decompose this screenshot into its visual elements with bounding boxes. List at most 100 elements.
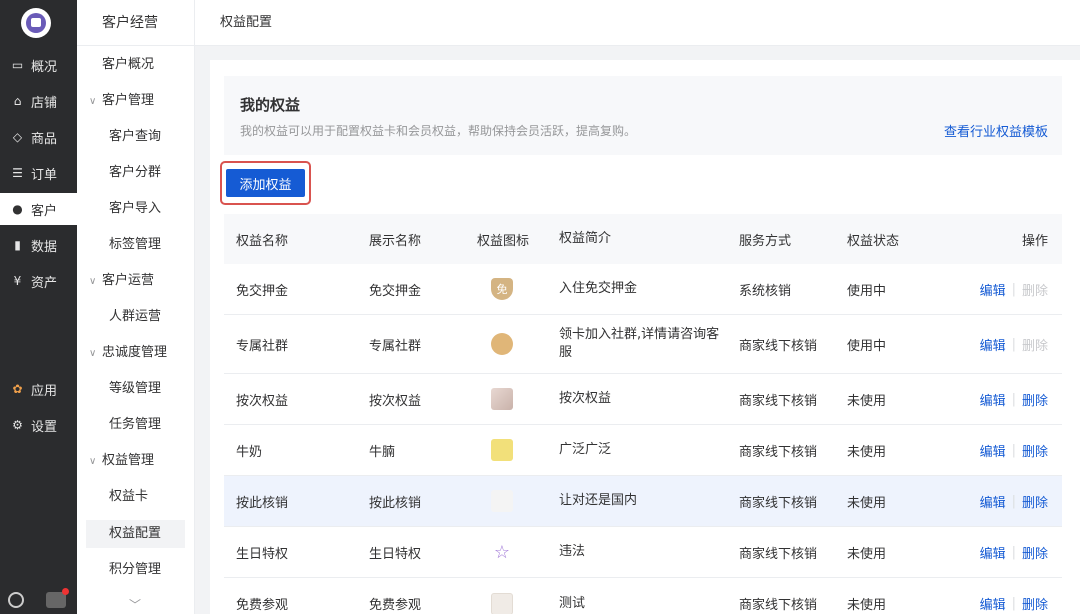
sidebar-item-customer-segments[interactable]: 客户分群 xyxy=(77,159,195,187)
sidebar-item-customer-overview[interactable]: 客户概况 xyxy=(77,51,195,79)
sidebar-item-task-management[interactable]: 任务管理 xyxy=(77,411,195,439)
edit-link[interactable]: 编辑 xyxy=(980,543,1006,562)
sidebar-item-benefit-config[interactable]: 权益配置 xyxy=(86,520,185,548)
document-thumbnail-icon xyxy=(491,592,513,614)
row-name: 按次权益 xyxy=(236,393,289,409)
delete-link[interactable]: 删除 xyxy=(1022,492,1048,511)
row-name: 生日特权 xyxy=(236,546,289,562)
edit-link[interactable]: 编辑 xyxy=(980,594,1006,613)
nav-item-overview[interactable]: ▭ 概况 xyxy=(0,49,77,81)
section-description: 我的权益可以用于配置权益卡和会员权益，帮助保持会员活跃，提高复购。 xyxy=(240,124,637,138)
delete-link[interactable]: 删除 xyxy=(1022,543,1048,562)
table-row: 生日特权 生日特权 ☆ 违法 商家线下核销 未使用 编辑 | 删除 xyxy=(224,527,1062,578)
row-intro: 测试 xyxy=(559,595,586,611)
delete-link[interactable]: 删除 xyxy=(1022,594,1048,613)
tag-icon: ◇ xyxy=(12,130,23,144)
add-button-highlight: 添加权益 xyxy=(220,161,311,205)
sidebar-item-benefit-card[interactable]: 权益卡 xyxy=(77,483,195,511)
row-actions: 编辑 | 删除 xyxy=(968,476,1048,526)
chevron-down-icon: ∨ xyxy=(89,456,97,467)
add-benefit-button[interactable]: 添加权益 xyxy=(226,169,305,197)
row-name: 专属社群 xyxy=(236,338,289,354)
industry-template-link[interactable]: 查看行业权益模板 xyxy=(944,121,1048,140)
yen-icon: ¥ xyxy=(13,274,22,288)
chevron-down-icon: ∨ xyxy=(89,276,97,287)
edit-link[interactable]: 编辑 xyxy=(980,492,1006,511)
divider: | xyxy=(1011,281,1016,297)
nav-item-customers[interactable]: ● 客户 xyxy=(0,193,77,225)
nav-item-assets[interactable]: ¥ 资产 xyxy=(0,265,77,297)
chevron-down-icon: ∨ xyxy=(89,348,97,359)
star-icon: ☆ xyxy=(493,541,511,563)
row-actions: 编辑 | 删除 xyxy=(968,527,1048,577)
delete-link-disabled: 删除 xyxy=(1021,338,1048,354)
shop-logo[interactable] xyxy=(21,8,51,38)
row-display-name: 免费参观 xyxy=(369,598,422,613)
chat-icon[interactable] xyxy=(46,588,69,608)
monitor-icon: ▭ xyxy=(11,58,24,72)
nav-item-apps[interactable]: ✿ 应用 xyxy=(0,373,77,405)
row-icon-cell: ☆ xyxy=(477,527,557,577)
sidebar-item-customer-import[interactable]: 客户导入 xyxy=(77,195,195,223)
main-card: 我的权益 我的权益可以用于配置权益卡和会员权益，帮助保持会员活跃，提高复购。 查… xyxy=(210,60,1080,614)
page-header: 权益配置 xyxy=(195,0,1080,46)
row-display-name: 牛腩 xyxy=(369,444,396,460)
edit-link[interactable]: 编辑 xyxy=(980,280,1006,299)
store-icon: ⌂ xyxy=(13,94,22,108)
row-intro: 广泛广泛 xyxy=(559,442,612,457)
shield-badge-icon: 免 xyxy=(491,278,513,300)
row-name: 免交押金 xyxy=(236,283,289,299)
edit-link[interactable]: 编辑 xyxy=(980,390,1006,409)
row-actions: 编辑 | 删除 xyxy=(968,374,1048,424)
row-icon-cell xyxy=(477,315,557,373)
nav-item-settings[interactable]: ⚙ 设置 xyxy=(0,409,77,441)
sidebar-item-tag-management[interactable]: 标签管理 xyxy=(77,231,195,259)
delete-link[interactable]: 删除 xyxy=(1022,441,1048,460)
row-status: 未使用 xyxy=(847,495,887,511)
col-header-actions: 操作 xyxy=(1021,233,1048,249)
delete-link[interactable]: 删除 xyxy=(1022,390,1048,409)
sidebar-group-loyalty[interactable]: ∨ 忠诚度管理 xyxy=(77,339,195,367)
row-display-name: 生日特权 xyxy=(369,546,422,562)
yellow-thumbnail-icon xyxy=(491,439,513,461)
divider: | xyxy=(1011,596,1016,611)
nav-item-store[interactable]: ⌂ 店铺 xyxy=(0,85,77,117)
sidebar-item-points-management[interactable]: 积分管理 xyxy=(77,556,195,584)
row-intro: 让对还是国内 xyxy=(559,493,638,508)
row-name: 免费参观 xyxy=(236,598,289,613)
scroll-more-chevron-icon[interactable]: ﹀ xyxy=(129,596,141,613)
sidebar-item-customer-query[interactable]: 客户查询 xyxy=(77,123,195,151)
edit-link[interactable]: 编辑 xyxy=(980,441,1006,460)
nav-item-data[interactable]: ▮ 数据 xyxy=(0,229,77,261)
row-service: 商家线下核销 xyxy=(739,444,818,460)
row-icon-cell xyxy=(477,578,557,614)
edit-link[interactable]: 编辑 xyxy=(980,335,1006,354)
planet-icon xyxy=(491,333,513,355)
divider: | xyxy=(1011,544,1016,560)
divider: | xyxy=(1011,391,1016,407)
nav-item-goods[interactable]: ◇ 商品 xyxy=(0,121,77,153)
row-display-name: 免交押金 xyxy=(369,283,422,299)
sidebar-group-customer-management[interactable]: ∨ 客户管理 xyxy=(77,87,195,115)
divider: | xyxy=(1011,336,1016,352)
row-status: 使用中 xyxy=(847,338,887,354)
sidebar-item-audience-operations[interactable]: 人群运营 xyxy=(77,303,195,331)
nav-item-orders[interactable]: ☰ 订单 xyxy=(0,157,77,189)
sidebar-group-benefits[interactable]: ∨ 权益管理 xyxy=(77,447,195,475)
row-icon-cell xyxy=(477,374,557,424)
bar-chart-icon: ▮ xyxy=(14,238,21,252)
row-status: 未使用 xyxy=(847,598,887,613)
search-icon[interactable] xyxy=(8,592,24,608)
row-service: 商家线下核销 xyxy=(739,338,818,354)
table-header: 权益名称 展示名称 权益图标 权益简介 服务方式 权益状态 操作 xyxy=(224,214,1062,264)
table-row: 按次权益 按次权益 按次权益 商家线下核销 未使用 编辑 | 删除 xyxy=(224,374,1062,425)
sidebar-item-level-management[interactable]: 等级管理 xyxy=(77,375,195,403)
row-icon-cell xyxy=(477,425,557,475)
row-service: 商家线下核销 xyxy=(739,546,818,562)
row-status: 未使用 xyxy=(847,546,887,562)
blank-thumbnail-icon xyxy=(491,490,513,512)
table-row: 免交押金 免交押金 免 入住免交押金 系统核销 使用中 编辑 | 删除 xyxy=(224,264,1062,315)
sidebar-group-customer-operations[interactable]: ∨ 客户运营 xyxy=(77,267,195,295)
chevron-down-icon: ∨ xyxy=(89,96,97,107)
row-service: 商家线下核销 xyxy=(739,495,818,511)
